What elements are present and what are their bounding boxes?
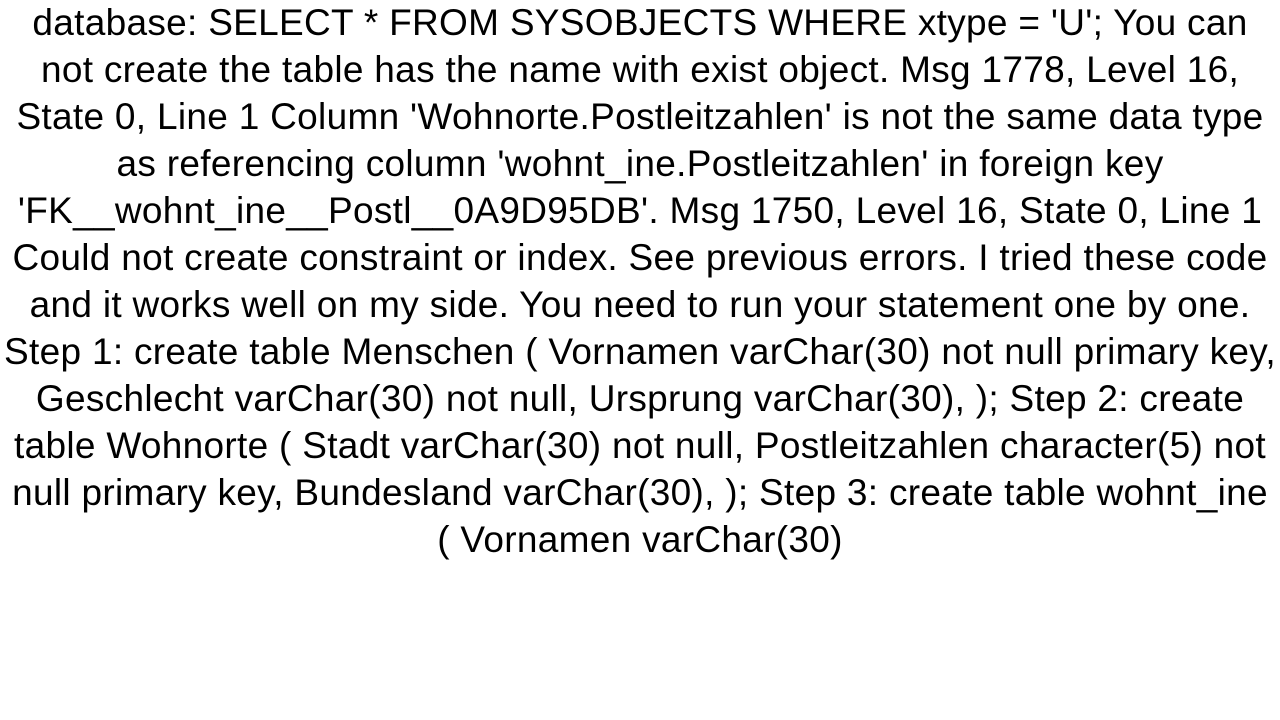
document-text: database: SELECT * FROM SYSOBJECTS WHERE… xyxy=(4,2,1276,560)
document-body: database: SELECT * FROM SYSOBJECTS WHERE… xyxy=(0,0,1280,564)
